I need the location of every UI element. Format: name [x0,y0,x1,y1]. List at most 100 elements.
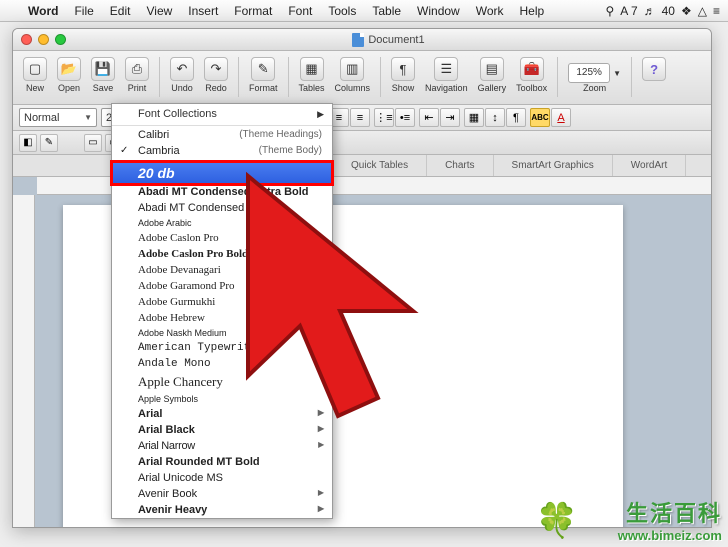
headphones-icon[interactable]: ♬ [644,4,656,18]
bulleted-list-button[interactable]: •≡ [395,108,415,127]
zoom-value[interactable]: 125% [568,63,610,83]
tab-quick-tables[interactable]: Quick Tables [333,155,427,176]
vertical-ruler[interactable] [13,195,35,527]
dropbox-icon[interactable]: ❖ [681,4,692,18]
font-item[interactable]: Arial Narrow▶ [112,438,332,454]
submenu-arrow-icon: ▶ [318,488,324,497]
font-item[interactable]: American Typewriter [112,340,332,356]
font-item[interactable]: Adobe Gurmukhi [112,294,332,310]
eraser-button[interactable]: ◧ [19,134,37,152]
font-item[interactable]: Avenir Heavy▶ [112,502,332,518]
menu-insert[interactable]: Insert [180,4,226,18]
tab-wordart[interactable]: WordArt [613,155,687,176]
redo-button[interactable]: ↷Redo [200,55,232,95]
help-icon: ? [642,57,666,81]
numbered-list-button[interactable]: ⋮≡ [374,108,394,127]
para-dir-button[interactable]: ¶ [506,108,526,127]
menu-window[interactable]: Window [409,4,468,18]
zoom-window-button[interactable] [55,34,66,45]
tab-smartart[interactable]: SmartArt Graphics [494,155,613,176]
open-icon: 📂 [57,57,81,81]
window-titlebar[interactable]: Document1 [13,29,711,51]
font-item[interactable]: Avenir Book▶ [112,486,332,502]
font-item[interactable]: Arial Black▶ [112,422,332,438]
decrease-indent-button[interactable]: ⇤ [419,108,439,127]
menu-work[interactable]: Work [468,4,512,18]
font-item[interactable]: Arial▶ [112,406,332,422]
spotlight-icon[interactable]: ≡ [713,4,720,18]
show-icon: ¶ [391,57,415,81]
font-item[interactable]: Adobe Hebrew [112,310,332,326]
font-item[interactable]: Adobe Caslon Pro Bold [112,246,332,262]
font-item[interactable]: Apple Symbols [112,392,332,406]
save-button[interactable]: 💾Save [87,55,119,95]
brush-button[interactable]: ✎ [40,134,58,152]
menu-table[interactable]: Table [364,4,409,18]
font-item[interactable]: Arial Unicode MS [112,470,332,486]
battery-icon[interactable]: 40 [662,4,675,18]
highlight-button[interactable]: ABC [530,108,550,127]
menu-word[interactable]: Word [20,4,66,18]
close-window-button[interactable] [21,34,32,45]
format-button[interactable]: ✎Format [245,55,282,95]
gdrive-icon[interactable]: △ [698,4,707,18]
bluetooth-icon[interactable]: ⚲ [605,4,614,18]
style-combo[interactable]: Normal▼ [19,108,97,127]
navigation-button[interactable]: ☰Navigation [421,55,472,95]
watermark-text: 生活百科 [618,496,722,528]
font-item[interactable]: Andale Mono [112,356,332,372]
font-item[interactable]: Apple Chancery [112,372,332,392]
document-icon [352,33,364,47]
menu-view[interactable]: View [138,4,180,18]
toolbox-button[interactable]: 🧰Toolbox [512,55,551,95]
new-button[interactable]: ▢New [19,55,51,95]
navigation-icon: ☰ [434,57,458,81]
font-item-selected[interactable]: 20 db [112,162,332,184]
menu-edit[interactable]: Edit [102,4,139,18]
font-color-button[interactable]: A [551,108,571,127]
tables-icon: ▦ [300,57,324,81]
borders-button[interactable]: ▦ [464,108,484,127]
checkmark-icon: ✓ [120,145,128,156]
font-item[interactable]: Abadi MT Condensed Light [112,200,332,216]
font-item-theme-headings[interactable]: Calibri(Theme Headings) [112,127,332,143]
toolbox-icon: 🧰 [520,57,544,81]
columns-button[interactable]: ▥Columns [331,55,375,95]
menu-format[interactable]: Format [226,4,280,18]
submenu-arrow-icon: ▶ [318,424,324,433]
show-button[interactable]: ¶Show [387,55,419,95]
misc-button-1[interactable]: ▭ [84,134,102,152]
undo-icon: ↶ [170,57,194,81]
tab-charts[interactable]: Charts [427,155,493,176]
submenu-arrow-icon: ▶ [317,109,324,120]
submenu-arrow-icon: ▶ [318,408,324,417]
font-item[interactable]: Adobe Garamond Pro [112,278,332,294]
align-justify-button[interactable]: ≡ [350,108,370,127]
font-item[interactable]: Arial Rounded MT Bold [112,454,332,470]
undo-button[interactable]: ↶Undo [166,55,198,95]
print-button[interactable]: ⎙Print [121,55,153,95]
font-item[interactable]: Adobe Devanagari [112,262,332,278]
font-collections-submenu[interactable]: Font Collections▶ [112,104,332,124]
gallery-button[interactable]: ▤Gallery [474,55,511,95]
font-item[interactable]: Abadi MT Condensed Extra Bold [112,184,332,200]
chevron-down-icon: ▼ [80,113,92,122]
menu-help[interactable]: Help [512,4,553,18]
menu-tools[interactable]: Tools [320,4,364,18]
menu-font[interactable]: Font [280,4,320,18]
line-spacing-button[interactable]: ↕ [485,108,505,127]
menubar-tray: ⚲ A 7 ♬ 40 ❖ △ ≡ [605,4,728,18]
zoom-dropdown-icon[interactable]: ▼ [613,69,621,78]
font-item[interactable]: Adobe Arabic [112,216,332,230]
font-item[interactable]: Adobe Caslon Pro [112,230,332,246]
menu-file[interactable]: File [66,4,101,18]
minimize-window-button[interactable] [38,34,49,45]
help-button[interactable]: ? [638,55,670,85]
font-item[interactable]: Adobe Naskh Medium [112,326,332,340]
submenu-arrow-icon: ▶ [318,504,324,513]
adobe-icon[interactable]: A 7 [620,4,637,18]
open-button[interactable]: 📂Open [53,55,85,95]
tables-button[interactable]: ▦Tables [295,55,329,95]
increase-indent-button[interactable]: ⇥ [440,108,460,127]
font-item-theme-body[interactable]: ✓ Cambria(Theme Body) [112,143,332,159]
